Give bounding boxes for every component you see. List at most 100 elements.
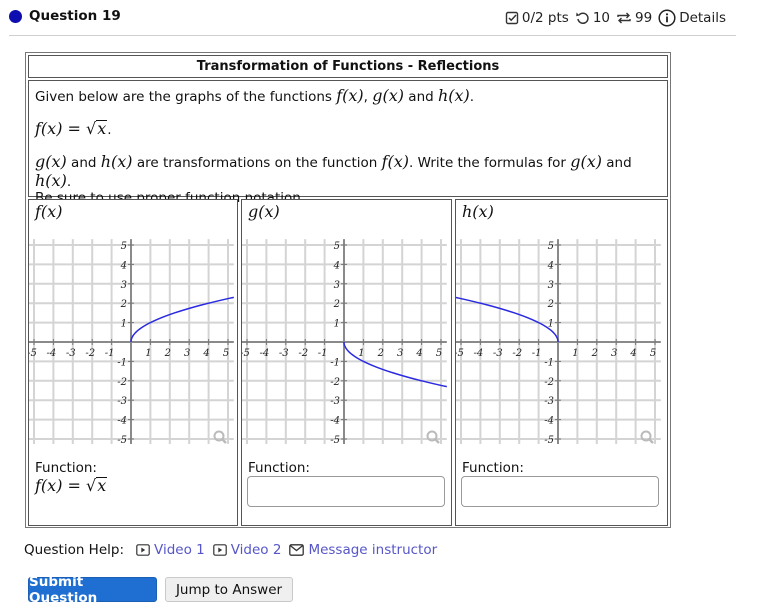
graph-label: h(x) — [462, 202, 494, 221]
instr-text: are transformations on the function — [132, 155, 382, 171]
problem-title: Transformation of Functions - Reflection… — [28, 55, 668, 78]
x-tick-label: -3 — [66, 348, 76, 359]
x-tick-label: 3 — [184, 348, 190, 359]
question-table: Transformation of Functions - Reflection… — [25, 52, 671, 528]
x-tick-label: -4 — [474, 348, 484, 359]
y-tick-label: -4 — [544, 416, 554, 427]
info-icon — [658, 9, 676, 27]
y-tick-label: 4 — [547, 260, 554, 271]
message-instructor-link[interactable]: Message instructor — [289, 542, 437, 558]
submit-question-button[interactable]: Submit Question — [28, 574, 157, 606]
g-function-input[interactable] — [247, 476, 445, 507]
x-tick-label: -5 — [456, 348, 464, 359]
h-function-input[interactable] — [461, 476, 659, 507]
y-tick-label: -2 — [117, 377, 127, 388]
x-tick-label: 2 — [591, 348, 598, 359]
graph-h[interactable]: -5-4-3-2-112345-5-4-3-2-112345 — [456, 224, 669, 444]
y-tick-label: -3 — [544, 396, 554, 407]
y-tick-label: -2 — [330, 377, 340, 388]
y-tick-label: 3 — [548, 280, 554, 291]
x-tick-label: 1 — [358, 348, 364, 359]
x-tick-label: 2 — [377, 348, 384, 359]
y-tick-label: 3 — [334, 280, 340, 291]
y-tick-label: 2 — [120, 299, 127, 310]
fn-lhs: f(x) = — [35, 476, 87, 495]
instr-text: and — [601, 155, 632, 171]
jump-to-answer-button[interactable]: Jump to Answer — [165, 577, 293, 602]
y-tick-label: 4 — [120, 260, 127, 271]
x-tick-label: 4 — [629, 348, 636, 359]
intro-line: Given below are the graphs of the functi… — [35, 86, 661, 105]
video-2-link[interactable]: Video 2 — [212, 542, 281, 558]
sqrt-sign: √ — [86, 119, 97, 138]
status-dot-icon — [9, 9, 22, 23]
x-tick-label: 1 — [572, 348, 578, 359]
y-tick-label: 5 — [121, 241, 127, 252]
retries-text: 10 — [592, 10, 610, 26]
x-tick-label: 5 — [650, 348, 656, 359]
x-tick-label: -5 — [29, 348, 37, 359]
x-tick-label: -3 — [279, 348, 289, 359]
x-tick-label: 2 — [164, 348, 171, 359]
graph-f[interactable]: -5 -4 -3 -2 -1 1 2 3 4 5 -5 -4 -3 -2 -1 1 2 3 4 5 — [29, 224, 239, 444]
question-header: Question 19 0/2 pts 10 99 Details — [9, 6, 736, 36]
checkbox-icon — [505, 11, 519, 25]
math-g: g(x) — [372, 86, 404, 105]
points-text: 0/2 pts — [521, 10, 569, 26]
intro-period: . — [469, 89, 475, 105]
y-tick-label: -5 — [117, 435, 127, 444]
math-g: g(x) — [35, 152, 67, 171]
y-tick-label: 5 — [548, 241, 554, 252]
repeat-icon — [617, 12, 631, 24]
intro-text: Given below are the graphs of the functi… — [35, 89, 337, 105]
math-f: f(x) — [336, 86, 364, 105]
attempts-text: 99 — [635, 10, 653, 26]
instr-text: . — [66, 174, 72, 190]
question-meta: 0/2 pts 10 99 Details — [499, 9, 726, 27]
graph-label: f(x) — [35, 202, 63, 221]
problem-intro: Given below are the graphs of the functi… — [28, 80, 668, 206]
math-h: h(x) — [437, 86, 470, 105]
f-definition: f(x) = √x. — [35, 119, 661, 138]
y-tick-label: -5 — [330, 435, 340, 444]
graph-cell-h: h(x) -5-4-3-2-112345-5-4-3-2-112345 Func… — [455, 199, 668, 526]
intro-comma: , — [363, 89, 373, 105]
y-tick-label: -3 — [330, 396, 340, 407]
help-label: Question Help: — [24, 542, 124, 558]
x-tick-label: -1 — [105, 348, 115, 359]
y-tick-label: 2 — [333, 299, 340, 310]
y-tick-label: -1 — [117, 357, 127, 368]
details-button[interactable]: Details — [658, 9, 726, 27]
f-def-lhs: f(x) = — [35, 119, 87, 138]
retries-indicator: 10 — [575, 10, 610, 26]
math-f: f(x) — [381, 152, 410, 171]
x-tick-label: -2 — [298, 348, 308, 359]
message-instructor-label: Message instructor — [308, 542, 438, 558]
fn-radicand: x — [96, 476, 108, 495]
question-title-text: Question 19 — [29, 8, 121, 24]
y-tick-label: 1 — [334, 319, 340, 330]
video-icon — [212, 544, 227, 556]
y-tick-label: -4 — [330, 416, 340, 427]
zoom-magnifier-icon — [213, 430, 227, 444]
video-1-link[interactable]: Video 1 — [136, 542, 205, 558]
function-value: f(x) = √x — [35, 476, 108, 495]
x-tick-label: 1 — [145, 348, 151, 359]
graph-cell-f: f(x) -5 -4 -3 -2 -1 1 2 3 4 5 -5 -4 -3 -2 -1 1 2 3 4 5 Func… — [28, 199, 238, 526]
y-tick-label: -1 — [544, 357, 554, 368]
math-g: g(x) — [570, 152, 602, 171]
graph-g[interactable]: -5 -4 -3 -2 -1 1 2 3 4 5 -5 -4 -3 -2 -1 1 2 3 4 5 — [242, 224, 453, 444]
instr-text: . Write the formulas for — [409, 155, 571, 171]
y-tick-label: 4 — [333, 260, 340, 271]
intro-and: and — [404, 89, 438, 105]
question-title: Question 19 — [9, 8, 121, 24]
points-indicator: 0/2 pts — [505, 10, 569, 26]
y-tick-label: -1 — [330, 357, 340, 368]
sqrt-sign: √ — [86, 476, 97, 495]
x-tick-label: 4 — [202, 348, 209, 359]
y-tick-label: -3 — [117, 396, 127, 407]
instr-text: and — [66, 155, 101, 171]
x-tick-label: 5 — [436, 348, 442, 359]
details-label: Details — [679, 10, 726, 26]
math-h: h(x) — [35, 171, 67, 190]
